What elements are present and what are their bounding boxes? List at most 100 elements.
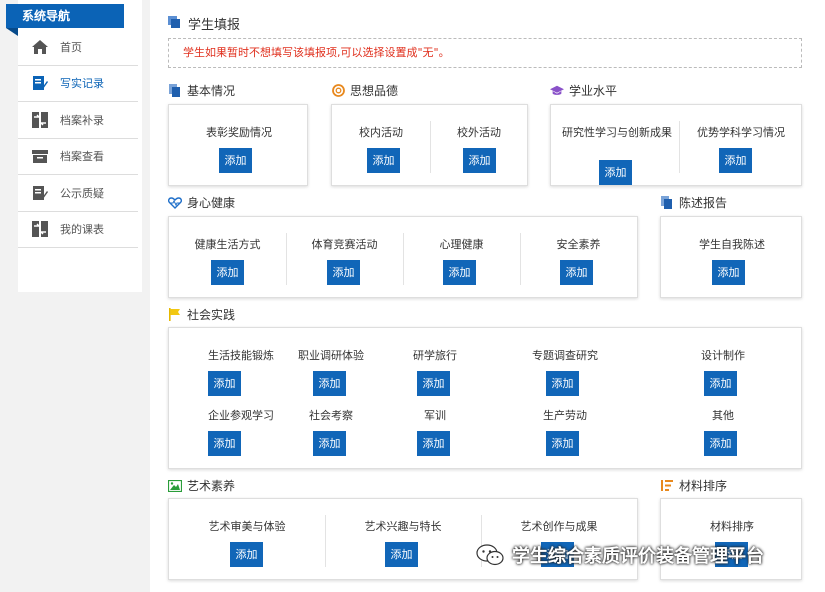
item-awards: 表彰奖励情况 <box>169 127 309 139</box>
item-label: 社会考察 <box>309 409 353 422</box>
sidebar-item-label: 档案补录 <box>60 113 104 127</box>
sidebar-title: 系统导航 <box>6 4 124 36</box>
item-label: 体育竞赛活动 <box>311 238 378 251</box>
main-panel: 学生填报 学生如果暂时不想填写该填报项,可以选择设置成"无"。 基本情况 表彰奖… <box>150 0 825 592</box>
section-title-text: 思想品德 <box>350 84 399 98</box>
item-label: 设计制作 <box>701 349 745 362</box>
graduation-cap-icon <box>550 84 564 98</box>
add-button[interactable]: 添加 <box>463 148 496 173</box>
add-button[interactable]: 添加 <box>230 542 263 567</box>
item-label: 材料排序 <box>710 520 754 533</box>
item-label: 学生自我陈述 <box>699 238 765 251</box>
add-button[interactable]: 添加 <box>560 260 593 285</box>
sidebar-item-view[interactable]: 档案查看 <box>18 139 138 175</box>
item-mental: 心理健康 <box>403 239 520 251</box>
add-button[interactable]: 添加 <box>327 260 360 285</box>
card-moral: 校内活动 添加 校外活动 添加 <box>331 104 528 186</box>
section-title-text: 材料排序 <box>679 479 728 493</box>
add-button[interactable]: 添加 <box>712 260 745 285</box>
item-materials-sort: 材料排序 <box>661 521 803 533</box>
heart-pulse-icon <box>168 196 182 210</box>
item-label: 艺术审美与体验 <box>208 520 286 533</box>
edit-record-icon <box>30 73 50 93</box>
add-button[interactable]: 添加 <box>417 371 450 396</box>
section-health-title: 身心健康 <box>168 194 235 211</box>
add-button[interactable]: 添加 <box>546 371 579 396</box>
section-title-text: 身心健康 <box>187 196 236 210</box>
lifebuoy-icon <box>331 84 345 98</box>
add-button[interactable]: 添加 <box>443 260 476 285</box>
section-materials-title: 材料排序 <box>660 477 727 494</box>
item-other: 其他 <box>663 410 783 422</box>
item-label: 研究性学习与创新成果 <box>562 126 672 139</box>
item-label: 研学旅行 <box>413 349 457 362</box>
form-icon <box>168 16 180 31</box>
item-research: 研究性学习与创新成果 <box>559 127 675 139</box>
item-label: 专题调查研究 <box>532 349 598 362</box>
add-button[interactable]: 添加 <box>208 431 241 456</box>
sidebar-item-home[interactable]: 首页 <box>18 29 138 66</box>
sidebar-item-supplement[interactable]: 档案补录 <box>18 102 138 139</box>
notice-banner: 学生如果暂时不想填写该填报项,可以选择设置成"无"。 <box>168 38 802 68</box>
section-title-text: 基本情况 <box>187 84 236 98</box>
transfer-icon <box>30 219 50 239</box>
sidebar: 系统导航 首页 写实记录 档案补录 档案查看 公示质疑 我的课表 <box>6 0 142 292</box>
item-labor: 生产劳动 <box>505 410 625 422</box>
add-button[interactable]: 添加 <box>219 148 252 173</box>
add-button[interactable]: 添加 <box>599 160 632 185</box>
item-safety: 安全素养 <box>520 239 637 251</box>
page-header: 学生填报 <box>168 14 240 33</box>
item-offcampus: 校外活动 <box>430 127 528 139</box>
item-campus: 校内活动 <box>332 127 430 139</box>
item-label: 表彰奖励情况 <box>206 126 272 139</box>
add-button[interactable]: 添加 <box>385 542 418 567</box>
item-strength: 优势学科学习情况 <box>679 127 803 139</box>
item-creation: 艺术创作与成果 <box>481 521 637 533</box>
add-button[interactable]: 添加 <box>719 148 752 173</box>
item-social-inspect: 社会考察 <box>283 410 379 422</box>
item-design: 设计制作 <box>663 350 783 362</box>
add-button[interactable]: 添加 <box>208 371 241 396</box>
sidebar-item-publicity[interactable]: 公示质疑 <box>18 175 138 212</box>
item-survey: 专题调查研究 <box>505 350 625 362</box>
item-label: 军训 <box>424 409 446 422</box>
item-career: 职业调研体验 <box>283 350 379 362</box>
item-military: 军训 <box>395 410 475 422</box>
item-enterprise: 企业参观学习 <box>191 410 291 422</box>
item-study-tour: 研学旅行 <box>395 350 475 362</box>
add-button[interactable]: 添加 <box>546 431 579 456</box>
section-title-text: 学业水平 <box>569 84 618 98</box>
section-moral-title: 思想品德 <box>331 82 398 99</box>
item-label: 健康生活方式 <box>194 238 261 251</box>
card-health: 健康生活方式 添加 体育竞赛活动 添加 心理健康 添加 安全素养 添加 <box>168 216 638 298</box>
add-button[interactable]: 添加 <box>313 371 346 396</box>
add-button[interactable]: 添加 <box>704 371 737 396</box>
add-button[interactable]: 添加 <box>367 148 400 173</box>
sidebar-item-records[interactable]: 写实记录 <box>18 66 138 102</box>
edit-doc-icon <box>30 183 50 203</box>
item-label: 校外活动 <box>457 126 501 139</box>
item-label: 生活技能锻炼 <box>208 349 274 362</box>
sidebar-item-label: 我的课表 <box>60 223 104 237</box>
add-button[interactable]: 添加 <box>211 260 244 285</box>
item-lifestyle: 健康生活方式 <box>169 239 286 251</box>
card-report: 学生自我陈述 添加 <box>660 216 802 298</box>
card-basic: 表彰奖励情况 添加 <box>168 104 308 186</box>
add-button[interactable]: 添加 <box>417 431 450 456</box>
add-button[interactable]: 添加 <box>704 431 737 456</box>
add-button[interactable]: 添加 <box>313 431 346 456</box>
section-report-title: 陈述报告 <box>660 194 727 211</box>
section-title-text: 陈述报告 <box>679 196 728 210</box>
wechat-icon <box>476 544 504 566</box>
item-self-statement: 学生自我陈述 <box>661 239 803 251</box>
item-sports: 体育竞赛活动 <box>286 239 403 251</box>
card-social: 生活技能锻炼 添加 职业调研体验 添加 研学旅行 添加 专题调查研究 添加 设计… <box>168 327 802 469</box>
home-icon <box>30 37 50 57</box>
card-academic: 研究性学习与创新成果 添加 优势学科学习情况 添加 <box>550 104 802 186</box>
section-title-text: 社会实践 <box>187 308 236 322</box>
sidebar-nav: 首页 写实记录 档案补录 档案查看 公示质疑 我的课表 <box>18 29 142 248</box>
item-label: 校内活动 <box>359 126 403 139</box>
sidebar-item-label: 公示质疑 <box>60 186 104 200</box>
sidebar-item-schedule[interactable]: 我的课表 <box>18 212 138 248</box>
item-label: 艺术创作与成果 <box>520 520 598 533</box>
